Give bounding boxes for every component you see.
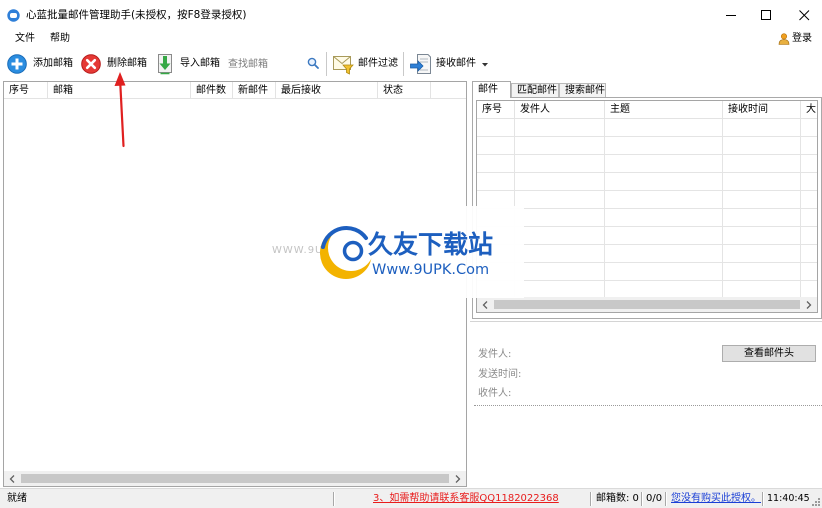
- scroll-right-button[interactable]: [801, 297, 817, 312]
- column-header-size[interactable]: 大: [801, 101, 817, 118]
- mail-list[interactable]: 序号 发件人 主题 接收时间 大: [476, 100, 818, 313]
- toolbar-separator: [326, 52, 328, 76]
- add-mailbox-button[interactable]: 添加邮箱: [5, 52, 75, 76]
- menu-file[interactable]: 文件: [9, 30, 41, 48]
- status-separator: [333, 492, 335, 506]
- tab-search-mail[interactable]: 搜索邮件: [559, 83, 606, 97]
- column-header-sender[interactable]: 发件人: [515, 101, 605, 118]
- watermark-logo-icon: [316, 223, 376, 283]
- menu-bar: 文件 帮助 登录: [0, 30, 822, 48]
- status-separator: [762, 492, 764, 506]
- clock-time: 11:40:45: [767, 493, 810, 504]
- login-button[interactable]: 登录: [776, 30, 820, 48]
- help-contact-link[interactable]: 3、如需帮助请联系客服QQ1182022368: [373, 494, 559, 504]
- column-header-mail-count[interactable]: 邮件数: [191, 82, 233, 98]
- scroll-left-button[interactable]: [477, 297, 493, 312]
- add-mailbox-label: 添加邮箱: [33, 58, 73, 69]
- column-header-status[interactable]: 状态: [378, 82, 431, 98]
- mail-list-body[interactable]: [477, 119, 817, 297]
- import-mailbox-button[interactable]: 导入邮箱: [153, 52, 223, 76]
- minimize-button[interactable]: [713, 0, 749, 30]
- receive-progress: 0/0: [646, 493, 663, 504]
- receive-mail-button[interactable]: 接收邮件: [407, 52, 489, 76]
- mail-filter-button[interactable]: 邮件过滤: [330, 52, 400, 76]
- receive-mail-label: 接收邮件: [436, 58, 476, 69]
- watermark: WWW.9UPK.com 久友下载站 Www.9UPK.Com: [268, 206, 524, 298]
- title-bar[interactable]: 心蓝批量邮件管理助手(未授权，按F8登录授权): [0, 0, 822, 30]
- watermark-url: Www.9UPK.Com: [372, 262, 490, 278]
- add-circle-icon: [7, 54, 27, 74]
- mail-filter-icon: [331, 52, 355, 76]
- preview-dotted-divider: [474, 405, 822, 406]
- horizontal-scrollbar[interactable]: [4, 471, 466, 486]
- minimize-icon: [725, 10, 737, 21]
- red-arrow-icon: [110, 68, 134, 152]
- mailbox-list-header: 序号 邮箱 邮件数 新邮件 最后接收 状态: [4, 82, 466, 99]
- horizontal-scrollbar[interactable]: [477, 297, 817, 312]
- scrollbar-thumb[interactable]: [494, 300, 800, 309]
- window-title: 心蓝批量邮件管理助手(未授权，按F8登录授权): [26, 9, 247, 21]
- chevron-right-icon: [806, 300, 812, 309]
- mail-filter-label: 邮件过滤: [358, 58, 398, 69]
- column-header-received-time[interactable]: 接收时间: [723, 101, 801, 118]
- preview-divider: [470, 321, 822, 322]
- mail-list-header: 序号 发件人 主题 接收时间 大: [477, 101, 817, 119]
- license-link[interactable]: 您没有购买此授权。: [671, 494, 761, 504]
- scroll-left-button[interactable]: [4, 471, 20, 486]
- app-icon: [7, 9, 20, 22]
- status-separator: [590, 492, 592, 506]
- import-mailbox-label: 导入邮箱: [180, 58, 220, 69]
- sender-label: 发件人:: [478, 349, 512, 360]
- view-mail-header-button[interactable]: 查看邮件头: [722, 345, 816, 362]
- sent-time-label: 发送时间:: [478, 369, 522, 380]
- scrollbar-thumb[interactable]: [21, 474, 449, 483]
- tab-page-mail: 序号 发件人 主题 接收时间 大: [472, 97, 822, 319]
- toolbar-separator: [403, 52, 405, 76]
- column-header-new-mail[interactable]: 新邮件: [233, 82, 276, 98]
- column-header-index[interactable]: 序号: [477, 101, 515, 118]
- tab-mail[interactable]: 邮件: [472, 81, 511, 98]
- resize-grip-icon[interactable]: [811, 497, 820, 506]
- menu-help[interactable]: 帮助: [44, 30, 76, 48]
- delete-circle-icon: [81, 54, 101, 74]
- column-header-last-received[interactable]: 最后接收: [276, 82, 378, 98]
- search-icon: [307, 57, 321, 69]
- user-icon: [778, 33, 790, 45]
- column-header-index[interactable]: 序号: [4, 82, 48, 98]
- chevron-left-icon: [482, 300, 488, 309]
- receive-mail-icon: [409, 52, 433, 76]
- login-label: 登录: [792, 33, 812, 44]
- status-bar: 就绪 3、如需帮助请联系客服QQ1182022368 邮箱数: 0 0/0 您没…: [0, 488, 822, 508]
- recipient-label: 收件人:: [478, 388, 512, 399]
- maximize-icon: [760, 9, 772, 21]
- maximize-button[interactable]: [748, 0, 784, 30]
- chevron-right-icon: [455, 474, 461, 483]
- status-text: 就绪: [7, 493, 27, 504]
- search-mailbox-input[interactable]: [225, 55, 305, 73]
- tab-matched-mail[interactable]: 匹配邮件: [511, 83, 559, 97]
- dropdown-arrow-icon[interactable]: [482, 63, 488, 67]
- import-icon: [155, 53, 175, 75]
- mailbox-count: 邮箱数: 0: [596, 493, 639, 504]
- close-button[interactable]: [786, 0, 822, 30]
- search-button[interactable]: [307, 57, 321, 71]
- watermark-brand: 久友下载站: [368, 230, 494, 259]
- scroll-right-button[interactable]: [450, 471, 466, 486]
- column-header-subject[interactable]: 主题: [605, 101, 723, 118]
- status-separator: [665, 492, 667, 506]
- status-separator: [641, 492, 643, 506]
- close-icon: [798, 9, 810, 21]
- chevron-left-icon: [9, 474, 15, 483]
